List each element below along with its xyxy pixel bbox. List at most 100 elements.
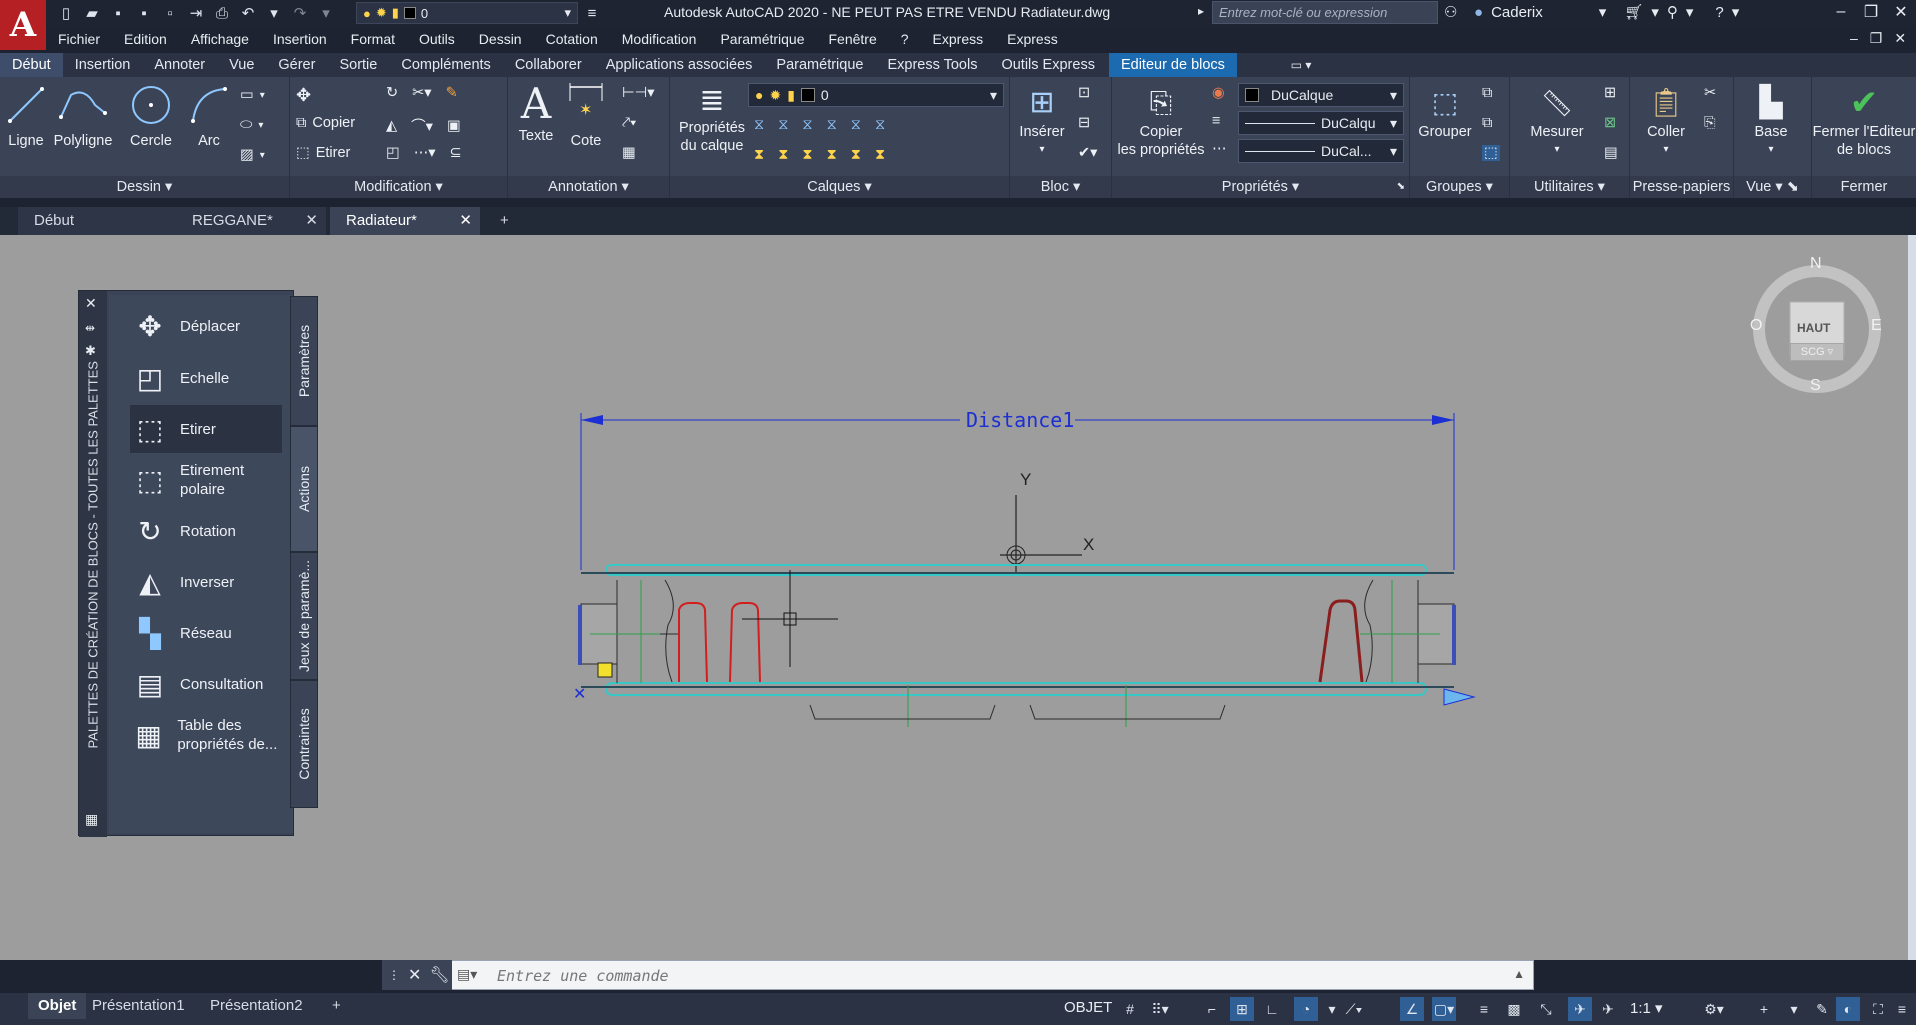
palette-tab-parametres[interactable]: Paramètres [290,296,318,426]
properties-icon[interactable]: ✱ [85,343,96,359]
calculator-button[interactable]: ▤ [1604,145,1618,161]
layer-dropdown[interactable]: ● ✹ ▮ 0 ▾ [748,83,1004,107]
color-dropdown[interactable]: DuCalque ▾ [1238,83,1404,107]
close-block-editor-button[interactable]: ✔ Fermer l'Editeur de blocs [1812,83,1916,159]
ribbon-tab[interactable]: Applications associées [594,53,765,77]
vertical-scrollbar[interactable] [1908,235,1916,960]
restore-button[interactable]: ❐ [1856,0,1886,24]
palette-item-etirement-polaire[interactable]: ⬚ Etirement polaire [130,456,280,504]
panel-calques-title[interactable]: Calques ▾ [670,176,1009,198]
layout-tab-objet[interactable]: Objet [28,993,87,1019]
layer-properties-button[interactable]: ≣ Propriétés du calque [674,83,750,155]
menu-item[interactable]: Format [339,28,407,50]
doc-minimize-button[interactable]: – [1850,30,1858,47]
help-icon[interactable]: ? [1715,4,1723,21]
text-button[interactable]: A Texte [514,81,558,145]
menu-item[interactable]: Insertion [261,28,339,50]
user-account[interactable]: ⚇ ● Caderix ▾ 🛒︎ ▾ ⚲ ▾ ? ▾ [1444,3,1739,22]
doc-tab-debut[interactable]: Début [18,207,176,235]
palette-item-inverser[interactable]: ◭ Inverser [130,558,280,606]
auto-hide-icon[interactable]: ⇹ [85,321,95,335]
chevron-down-icon[interactable]: ▾ [1320,997,1344,1021]
ribbon-tab[interactable]: Collaborer [503,53,594,77]
command-history-icon[interactable]: ▤▾ [457,966,477,983]
palette-item-consultation[interactable]: ▤ Consultation [130,660,280,708]
panel-groupes-title[interactable]: Groupes ▾ [1410,176,1509,198]
infer-constraints-icon[interactable]: ⌐ [1200,997,1224,1021]
drag-handle-icon[interactable]: ⋮ [388,968,400,982]
close-icon[interactable]: ✕ [459,207,472,235]
arc-button[interactable]: Arc [186,83,232,150]
ribbon-tab[interactable]: Insertion [63,53,143,77]
linetype-dropdown[interactable]: DuCal... ▾ [1238,139,1404,163]
distance-parameter-label[interactable]: Distance1 [966,408,1074,432]
application-menu-button[interactable]: A [0,0,46,50]
ribbon-tab[interactable]: Editeur de blocs [1108,53,1237,77]
customize-statusbar-icon[interactable]: ≡ [1890,997,1914,1021]
menu-item[interactable]: Edition [112,28,179,50]
group-button[interactable]: ⬚ Grouper [1412,83,1478,141]
palette-item-echelle[interactable]: ◰ Echelle [130,354,280,402]
layer-freeze-icon[interactable]: ⧖ [827,117,837,133]
palette-tab-jeux-parametres[interactable]: Jeux de paramè... [290,552,318,680]
line-button[interactable]: Ligne [2,83,50,150]
chevron-up-icon[interactable]: ▲ [1513,967,1525,981]
ribbon-tab[interactable]: Gérer [266,53,327,77]
polyline-button[interactable]: Polyligne [52,83,114,150]
close-button[interactable]: ✕ [1886,0,1916,24]
binoculars-icon[interactable]: ⚇ [1444,3,1457,21]
cut-button[interactable]: ✂ [1704,85,1716,101]
copy-button[interactable]: ⧉ Copier [296,115,355,131]
compass-south[interactable]: S [1810,377,1821,395]
rotate-icon[interactable]: ↻ [386,85,398,101]
menu-item[interactable]: Fenêtre [817,28,889,50]
dimension-button[interactable]: ✶ Cote [564,81,608,150]
scale-icon[interactable]: ◰ [386,145,400,161]
layer-off-icon[interactable]: ⧖ [851,117,861,133]
layer-match-icon[interactable]: ⧖ [754,117,764,133]
radiator-block[interactable] [578,564,1456,727]
help-search-input[interactable]: Entrez mot-clé ou expression [1212,1,1438,24]
units-icon[interactable]: ▾ [1782,997,1806,1021]
undo-icon[interactable]: ↶ [238,3,258,23]
ribbon-tab[interactable]: Compléments [389,53,502,77]
menu-item[interactable]: Outils [407,28,467,50]
ribbon-tab[interactable]: Début [0,53,63,77]
connect-icon[interactable]: ⚲ [1667,3,1678,21]
hatch-pattern-button[interactable]: ▨ ▾ [240,147,265,163]
edit-attributes-button[interactable]: ✔▾ [1078,145,1097,161]
compass-west[interactable]: O [1750,317,1762,335]
ribbon-tab[interactable]: Vue [217,53,266,77]
ribbon-tab[interactable]: Outils Express [989,53,1106,77]
palette-item-deplacer[interactable]: ✥ Déplacer [130,302,280,350]
base-view-button[interactable]: ▙ Base ▾ [1740,83,1802,159]
hardware-acceleration-icon[interactable]: ◐ [1836,997,1860,1021]
quick-layer-dropdown[interactable]: ● ✹ ▮ 0 ▾ [356,2,578,24]
panel-dessin-title[interactable]: Dessin ▾ [0,176,289,198]
annotation-monitor-icon[interactable]: + [1752,997,1776,1021]
leader-button[interactable]: ⤤▾ [622,115,636,131]
panel-proprietes-title[interactable]: Propriétés ▾ ⬊ [1112,176,1409,198]
annotation-scale[interactable]: 1:1 ▾ [1630,999,1663,1017]
snap-icon[interactable]: ⠿▾ [1148,997,1172,1021]
close-icon[interactable]: ✕ [408,965,421,985]
rectangle-button[interactable]: ▭ ▾ [240,87,265,103]
mirror-icon[interactable]: ◭ [386,118,397,134]
isodraft-icon[interactable]: ⟋▾ [1342,997,1366,1021]
close-icon[interactable]: ✕ [305,207,318,235]
menu-item[interactable]: Modification [610,28,709,50]
minimize-button[interactable]: – [1826,0,1856,24]
doc-close-button[interactable]: ✕ [1894,30,1906,47]
group-edit-button[interactable]: ⧉ [1482,115,1492,131]
palette-item-etirer[interactable]: ⬚ Etirer [130,405,282,453]
layer-thaw-icon[interactable]: ⧗ [778,147,788,163]
annotation-autoscale-icon[interactable]: ✈ [1596,997,1620,1021]
menu-item[interactable]: Cotation [534,28,610,50]
redo-dropdown-icon[interactable]: ▾ [316,3,336,23]
copy-clip-button[interactable]: ⎘ [1704,115,1716,131]
lineweight-dropdown[interactable]: DuCalqu ▾ [1238,111,1404,135]
ribbon-tab[interactable]: Express Tools [875,53,989,77]
erase-icon[interactable]: ✎ [446,85,458,101]
hatch-button[interactable]: ⬭ ▾ [240,117,263,133]
ribbon-minimize-button[interactable]: ▭ ▾ [1284,56,1318,74]
